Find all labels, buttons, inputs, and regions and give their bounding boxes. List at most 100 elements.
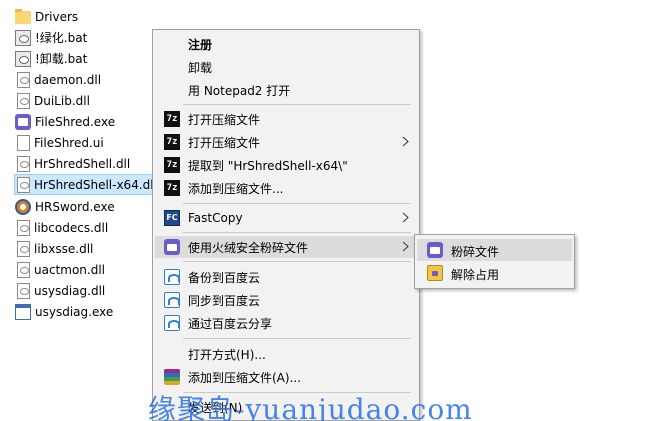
menu-item-7zip-submenu[interactable]: 7z 打开压缩文件 — [155, 131, 417, 153]
menu-item-label: 打开压缩文件 — [188, 112, 261, 127]
7zip-icon: 7z — [164, 111, 180, 127]
menu-item-label: 使用火绒安全粉碎文件 — [188, 240, 309, 255]
file-row-usysdiag-exe[interactable]: usysdiag.exe — [15, 301, 113, 322]
menu-item-label: 同步到百度云 — [188, 293, 261, 308]
7zip-icon: 7z — [164, 180, 180, 196]
file-icon — [17, 134, 30, 151]
huorong-shredder-icon — [164, 239, 180, 255]
menu-item-add-to-archive-rar[interactable]: 添加到压缩文件(A)... — [155, 366, 417, 388]
menu-item-add-to-archive-7z[interactable]: 7z 添加到压缩文件... — [155, 177, 417, 199]
menu-item-label: 提取到 "HrShredShell-x64\" — [188, 158, 348, 173]
file-row-usysdiag-dll[interactable]: usysdiag.dll — [15, 280, 105, 301]
menu-item-uninstall[interactable]: 卸载 — [155, 56, 417, 78]
shredder-app-icon — [15, 113, 31, 130]
chevron-right-icon — [402, 212, 409, 223]
menu-item-label: 添加到压缩文件(A)... — [188, 370, 302, 385]
file-row-daemon-dll[interactable]: daemon.dll — [15, 69, 101, 90]
menu-item-fastcopy[interactable]: FC FastCopy — [155, 207, 417, 229]
shredder-icon — [427, 242, 443, 258]
hrsword-app-icon — [15, 198, 31, 215]
file-row-uninstall-bat[interactable]: !卸载.bat — [15, 48, 87, 69]
baidu-cloud-icon — [164, 292, 180, 308]
menu-item-open-with[interactable]: 打开方式(H)... — [155, 343, 417, 365]
unlock-icon — [427, 265, 443, 281]
file-row-libcodecs-dll[interactable]: libcodecs.dll — [15, 217, 108, 238]
file-name: HrShredShell.dll — [34, 156, 131, 171]
baidu-cloud-icon — [164, 269, 180, 285]
menu-item-label: 用 Notepad2 打开 — [188, 83, 291, 98]
submenu-item-shred-file[interactable]: 粉碎文件 — [417, 239, 572, 261]
menu-item-share-baidu[interactable]: 通过百度云分享 — [155, 312, 417, 334]
fastcopy-icon: FC — [164, 210, 180, 226]
file-name: !绿化.bat — [35, 31, 88, 45]
winrar-icon — [164, 369, 180, 385]
menu-item-label: 添加到压缩文件... — [188, 181, 284, 196]
file-row-uactmon-dll[interactable]: uactmon.dll — [15, 259, 105, 280]
menu-separator — [183, 203, 411, 204]
menu-separator — [183, 232, 411, 233]
file-row-fileshred-ui[interactable]: FileShred.ui — [15, 132, 104, 153]
dll-file-icon — [17, 282, 30, 299]
baidu-cloud-icon — [164, 315, 180, 331]
dll-file-icon — [17, 92, 30, 109]
7zip-icon: 7z — [164, 134, 180, 150]
file-name: HrShredShell-x64.dll — [34, 177, 157, 192]
file-name: FileShred.exe — [35, 114, 116, 129]
menu-item-extract-to[interactable]: 7z 提取到 "HrShredShell-x64\" — [155, 154, 417, 176]
menu-item-label: 打开压缩文件 — [188, 135, 261, 150]
dll-file-icon — [17, 71, 30, 88]
file-name: libxsse.dll — [34, 241, 94, 256]
menu-item-label: 备份到百度云 — [188, 270, 261, 285]
exe-file-icon — [15, 303, 31, 320]
file-name: HRSword.exe — [35, 199, 115, 214]
watermark: 缘聚岛-yuanjudao.com — [148, 393, 473, 421]
menu-item-label: 注册 — [188, 37, 213, 52]
file-row-green-bat[interactable]: !绿化.bat — [15, 27, 87, 48]
menu-item-label: FastCopy — [188, 211, 243, 225]
menu-item-open-notepad2[interactable]: 用 Notepad2 打开 — [155, 79, 417, 101]
menu-item-huorong-shred[interactable]: 使用火绒安全粉碎文件 — [155, 236, 417, 258]
menu-item-sync-baidu[interactable]: 同步到百度云 — [155, 289, 417, 311]
file-row-hrshredshell-x64-dll[interactable]: HrShredShell-x64.dll — [14, 174, 161, 195]
file-row-duilib-dll[interactable]: DuiLib.dll — [15, 90, 90, 111]
dll-file-icon — [17, 176, 30, 193]
chevron-right-icon — [402, 241, 409, 252]
submenu-item-unlock[interactable]: 解除占用 — [417, 262, 572, 284]
dll-file-icon — [17, 240, 30, 257]
submenu-item-label: 解除占用 — [451, 268, 500, 282]
menu-separator — [183, 104, 411, 105]
menu-item-label: 打开方式(H)... — [188, 347, 266, 362]
batch-file-icon — [15, 29, 31, 46]
dll-file-icon — [17, 261, 30, 278]
file-name: usysdiag.dll — [34, 283, 106, 298]
menu-item-label: 卸载 — [188, 60, 213, 75]
dll-file-icon — [17, 155, 30, 172]
file-row-drivers[interactable]: Drivers — [15, 6, 78, 27]
dll-file-icon — [17, 219, 30, 236]
file-name: Drivers — [35, 9, 79, 24]
submenu-item-label: 粉碎文件 — [451, 245, 500, 259]
file-name: libcodecs.dll — [34, 220, 109, 235]
context-menu: 注册 卸载 用 Notepad2 打开 7z 打开压缩文件 7z 打开压缩文件 … — [152, 29, 420, 421]
menu-separator — [183, 338, 411, 339]
file-row-fileshred-exe[interactable]: FileShred.exe — [15, 111, 115, 132]
folder-icon — [15, 9, 31, 24]
menu-item-open-archive[interactable]: 7z 打开压缩文件 — [155, 108, 417, 130]
file-name: uactmon.dll — [34, 262, 105, 277]
file-row-hrshredshell-dll[interactable]: HrShredShell.dll — [15, 153, 130, 174]
file-name: !卸载.bat — [35, 52, 88, 66]
file-row-hrsword-exe[interactable]: HRSword.exe — [15, 196, 115, 217]
menu-item-backup-baidu[interactable]: 备份到百度云 — [155, 266, 417, 288]
menu-item-register[interactable]: 注册 — [155, 33, 417, 55]
menu-item-label: 通过百度云分享 — [188, 316, 273, 331]
file-row-libxsse-dll[interactable]: libxsse.dll — [15, 238, 93, 259]
file-name: FileShred.ui — [34, 135, 104, 150]
file-name: DuiLib.dll — [34, 93, 90, 108]
chevron-right-icon — [402, 136, 409, 147]
file-name: usysdiag.exe — [35, 304, 114, 319]
file-name: daemon.dll — [34, 72, 102, 87]
7zip-icon: 7z — [164, 157, 180, 173]
huorong-submenu: 粉碎文件 解除占用 — [414, 234, 575, 289]
batch-file-icon — [15, 50, 31, 67]
menu-separator — [183, 261, 411, 262]
